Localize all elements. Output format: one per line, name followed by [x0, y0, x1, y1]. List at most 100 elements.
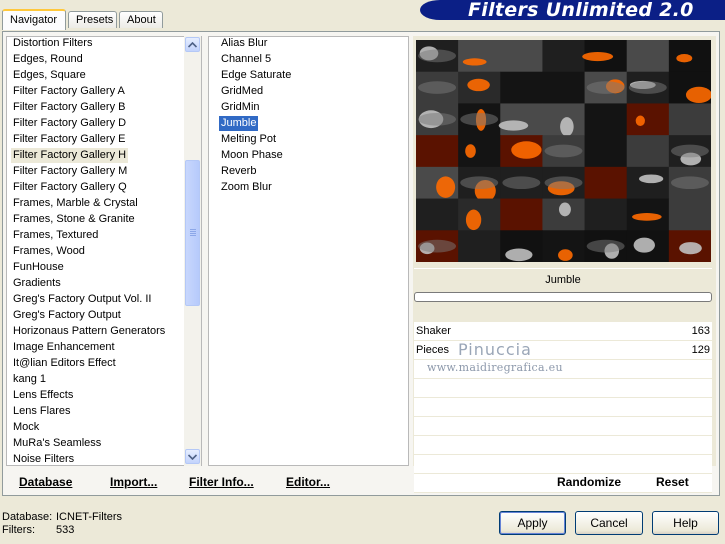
tab-presets[interactable]: Presets	[68, 11, 117, 28]
category-item[interactable]: Image Enhancement	[11, 340, 117, 355]
mosaic-shape	[418, 49, 457, 63]
mosaic-tile	[584, 135, 628, 168]
filter-item[interactable]: GridMed	[219, 84, 265, 99]
category-scrollbar[interactable]	[184, 36, 201, 466]
category-item[interactable]: Edges, Square	[11, 68, 88, 83]
category-item[interactable]: Filter Factory Gallery Q	[11, 180, 129, 195]
mosaic-shape	[418, 239, 457, 253]
tab-navigator[interactable]: Navigator	[2, 9, 66, 30]
preview-image	[416, 40, 711, 262]
mosaic-shape	[502, 176, 541, 190]
watermark-url: www.maidiregrafica.eu	[427, 361, 563, 374]
category-item[interactable]: Lens Effects	[11, 388, 75, 403]
mosaic-highlight	[465, 209, 482, 231]
filter-item[interactable]: Melting Pot	[219, 132, 278, 147]
category-item[interactable]: Filter Factory Gallery E	[11, 132, 127, 147]
progress-bar	[414, 292, 712, 302]
mosaic-tile	[416, 198, 459, 231]
param-row-empty	[414, 436, 712, 455]
category-item[interactable]: Horizonaus Pattern Generators	[11, 324, 167, 339]
editor-button[interactable]: Editor...	[286, 475, 330, 489]
category-item[interactable]: Filter Factory Gallery H	[11, 148, 129, 163]
reset-button[interactable]: Reset	[656, 475, 689, 489]
mosaic-highlight	[498, 120, 529, 131]
mosaic-highlight	[462, 58, 487, 66]
category-list[interactable]: Distortion Filters Edges, Round Edges, Squ…	[6, 36, 202, 466]
filter-item[interactable]: Alias Blur	[219, 36, 269, 51]
mosaic-tile	[668, 198, 711, 231]
scroll-down-button[interactable]	[185, 449, 200, 464]
mosaic-tile	[416, 135, 459, 168]
category-item[interactable]: kang 1	[11, 372, 48, 387]
category-item[interactable]: Mock	[11, 420, 41, 435]
filter-item[interactable]: Jumble	[219, 116, 259, 131]
mosaic-highlight	[633, 237, 655, 253]
mosaic-highlight	[511, 141, 542, 159]
mosaic-tile	[542, 71, 586, 104]
category-item[interactable]: Filter Factory Gallery B	[11, 100, 127, 115]
category-item[interactable]: Greg's Factory Output	[11, 308, 123, 323]
filter-list[interactable]: Alias Blur Channel 5 Edge Saturate GridMed G…	[208, 36, 409, 466]
mosaic-shape	[628, 81, 667, 94]
filter-item[interactable]: GridMin	[219, 100, 262, 115]
mosaic-highlight	[465, 144, 476, 158]
category-item[interactable]: FunHouse	[11, 260, 66, 275]
category-item[interactable]: Frames, Textured	[11, 228, 100, 243]
mosaic-tile	[626, 103, 670, 136]
mosaic-highlight	[635, 115, 645, 127]
mosaic-shape	[670, 176, 709, 190]
cancel-button[interactable]: Cancel	[575, 511, 643, 535]
category-item[interactable]: Frames, Stone & Granite	[11, 212, 137, 227]
help-button[interactable]: Help	[652, 511, 719, 535]
mosaic-highlight	[639, 174, 664, 184]
app-title: Filters Unlimited 2.0	[468, 0, 694, 21]
param-value: 163	[691, 325, 710, 337]
category-item[interactable]: Noise Filters	[11, 452, 76, 465]
chevron-up-icon	[188, 41, 197, 48]
mosaic-tile	[458, 135, 501, 168]
category-item[interactable]: Lens Flares	[11, 404, 72, 419]
mosaic-highlight	[467, 78, 490, 92]
category-item[interactable]: Frames, Marble & Crystal	[11, 196, 140, 211]
tab-about[interactable]: About	[119, 11, 163, 28]
mosaic-highlight	[436, 176, 456, 198]
database-button[interactable]: Database	[19, 475, 72, 489]
category-item[interactable]: Filter Factory Gallery A	[11, 84, 127, 99]
category-item[interactable]: Filter Factory Gallery D	[11, 116, 128, 131]
filter-item[interactable]: Zoom Blur	[219, 180, 274, 195]
filter-item[interactable]: Moon Phase	[219, 148, 285, 163]
mosaic-tile	[500, 198, 543, 231]
filter-item[interactable]: Reverb	[219, 164, 258, 179]
mosaic-highlight	[560, 117, 574, 137]
mosaic-shape	[418, 81, 457, 94]
mosaic-highlight	[558, 202, 571, 217]
mosaic-shape	[586, 239, 625, 253]
import-button[interactable]: Import...	[110, 475, 157, 489]
mosaic-highlight	[632, 213, 662, 221]
apply-button[interactable]: Apply	[499, 511, 566, 535]
mosaic-tile	[584, 198, 628, 231]
mosaic-shape	[418, 112, 457, 126]
param-row-shaker[interactable]: Shaker 163	[414, 322, 712, 341]
status-database: Database: ICNET-Filters	[2, 511, 122, 523]
category-item[interactable]: Edges, Round	[11, 52, 85, 67]
category-item[interactable]: MuRa's Seamless	[11, 436, 103, 451]
filter-info-button[interactable]: Filter Info...	[189, 475, 254, 489]
category-item[interactable]: Distortion Filters	[11, 37, 94, 51]
scroll-thumb[interactable]	[185, 160, 200, 306]
category-item[interactable]: Frames, Wood	[11, 244, 87, 259]
mosaic-shape	[460, 112, 499, 126]
category-item[interactable]: Filter Factory Gallery M	[11, 164, 129, 179]
mosaic-tile	[626, 135, 670, 168]
randomize-button[interactable]: Randomize	[557, 475, 621, 489]
filter-item[interactable]: Channel 5	[219, 52, 273, 67]
filter-item[interactable]: Edge Saturate	[219, 68, 293, 83]
param-value: 129	[691, 344, 710, 356]
category-item[interactable]: Greg's Factory Output Vol. II	[11, 292, 153, 307]
status-filters-value: 533	[56, 524, 75, 536]
chevron-down-icon	[188, 453, 197, 460]
scroll-up-button[interactable]	[185, 37, 200, 52]
category-item[interactable]: Gradients	[11, 276, 63, 291]
watermark-name: Pinuccia	[458, 340, 532, 359]
category-item[interactable]: It@lian Editors Effect	[11, 356, 118, 371]
